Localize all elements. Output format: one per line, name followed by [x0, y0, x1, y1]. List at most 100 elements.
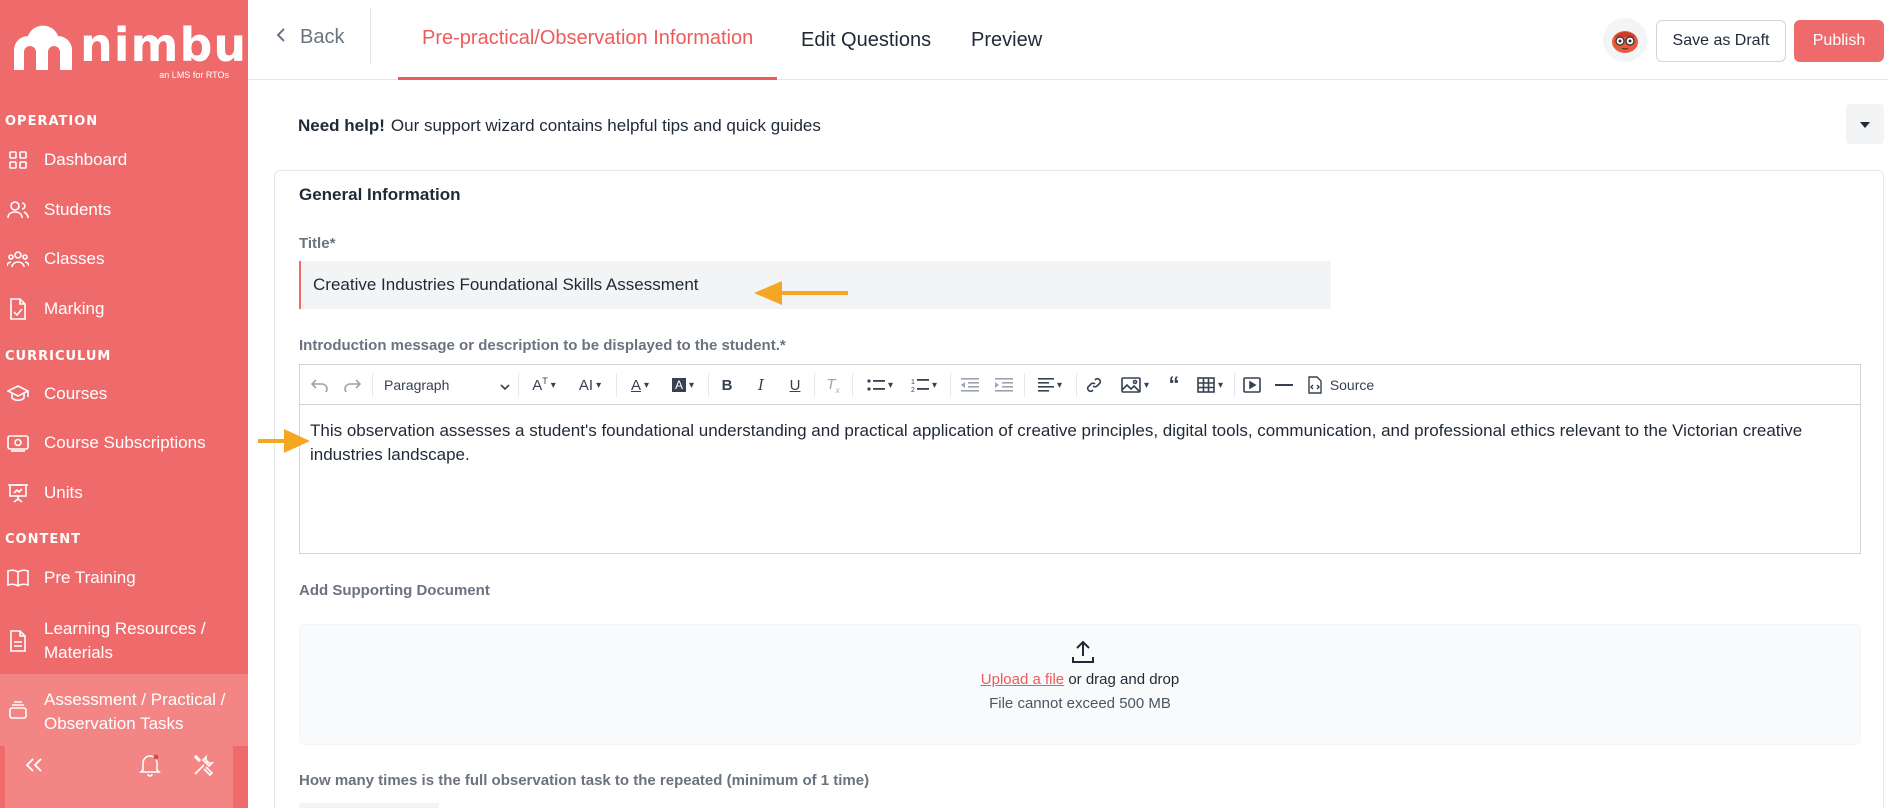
- underline-button[interactable]: U: [784, 373, 806, 397]
- file-icon: [7, 630, 29, 652]
- back-label: Back: [300, 26, 345, 48]
- redo-icon: [344, 379, 361, 392]
- help-toggle-button[interactable]: [1846, 104, 1884, 144]
- bullet-list-button[interactable]: ▾: [860, 373, 900, 397]
- help-text: Our support wizard contains helpful tips…: [390, 116, 821, 135]
- sidebar-item-label: Assessment / Practical / Observation Tas…: [44, 690, 226, 733]
- sidebar-item-course-subscriptions[interactable]: Course Subscriptions: [0, 423, 248, 463]
- media-icon: [1243, 377, 1261, 393]
- sidebar-item-learning-resources[interactable]: Learning Resources / Materials: [0, 614, 248, 668]
- chevron-down-icon: ▾: [550, 379, 556, 391]
- highlight-button[interactable]: A ▾: [664, 373, 702, 397]
- presentation-icon: [7, 482, 29, 504]
- cloud-logo-icon: [14, 25, 72, 70]
- publish-button[interactable]: Publish: [1794, 20, 1884, 62]
- sidebar-item-units[interactable]: Units: [0, 473, 248, 513]
- upload-limit-text: File cannot exceed 500 MB: [989, 695, 1171, 712]
- graduation-cap-icon: [7, 383, 29, 405]
- editor-toolbar: Paragraph AT ▾ AI ▾ A ▾ A ▾ B I U Tx ▾ 1 2 ▾ ▾: [300, 365, 1860, 405]
- toolbar-divider: [1234, 373, 1235, 397]
- chevron-down-icon: ▾: [688, 379, 695, 391]
- bold-button[interactable]: B: [716, 373, 738, 397]
- sidebar-item-dashboard[interactable]: Dashboard: [0, 140, 248, 180]
- chevron-down-icon: ▾: [643, 379, 650, 391]
- numbered-list-button[interactable]: 1 2 ▾: [904, 373, 944, 397]
- chevron-down-icon: ▾: [931, 379, 938, 391]
- upload-line: Upload a file or drag and drop: [300, 671, 1860, 688]
- section-operation: OPERATION: [5, 114, 99, 129]
- table-button[interactable]: ▾: [1190, 373, 1230, 397]
- indent-icon: [995, 378, 1013, 392]
- link-button[interactable]: [1082, 373, 1106, 397]
- brand-tagline: an LMS for RTOs: [159, 70, 229, 80]
- insert-image-button[interactable]: ▾: [1114, 373, 1156, 397]
- save-draft-button[interactable]: Save as Draft: [1656, 20, 1786, 62]
- section-curriculum: CURRICULUM: [5, 349, 112, 364]
- chevron-down-icon: ▾: [596, 379, 602, 391]
- chevron-down-icon: [500, 377, 510, 393]
- help-banner: Need help! Our support wizard contains h…: [274, 104, 1884, 148]
- font-color-icon: A: [630, 376, 641, 394]
- undo-button[interactable]: [308, 373, 332, 397]
- font-family-button[interactable]: AI ▾: [570, 373, 610, 397]
- italic-button[interactable]: I: [750, 373, 772, 397]
- clear-format-icon: Tx: [826, 375, 840, 395]
- sidebar-item-label: Learning Resources / Materials: [44, 619, 206, 662]
- horizontal-line-icon: [1275, 384, 1293, 386]
- bold-icon: B: [721, 376, 733, 394]
- back-button[interactable]: Back: [276, 26, 344, 49]
- help-bold: Need help!: [298, 116, 385, 135]
- media-embed-button[interactable]: [1240, 373, 1264, 397]
- upload-file-link[interactable]: Upload a file: [981, 671, 1064, 688]
- align-button[interactable]: ▾: [1030, 373, 1070, 397]
- supporting-document-label: Add Supporting Document: [299, 582, 490, 599]
- toolbar-divider: [1024, 373, 1025, 397]
- font-color-button[interactable]: A ▾: [622, 373, 658, 397]
- sidebar: nimbu an LMS for RTOs OPERATION Dashboar…: [0, 0, 248, 808]
- brand-name: nimbu: [80, 18, 248, 72]
- sidebar-item-label: Marking: [44, 299, 105, 318]
- repeat-count-input[interactable]: [299, 803, 439, 808]
- upload-icon: [1072, 640, 1094, 663]
- tab-pre-practical-information[interactable]: Pre-practical/Observation Information: [398, 0, 778, 80]
- sidebar-item-students[interactable]: Students: [0, 190, 248, 230]
- sidebar-footer: [5, 730, 233, 808]
- outdent-button[interactable]: [958, 373, 982, 397]
- sidebar-item-courses[interactable]: Courses: [0, 374, 248, 414]
- document-check-icon: [7, 298, 29, 320]
- svg-text:1: 1: [911, 379, 915, 386]
- font-size-icon: AT: [532, 376, 548, 394]
- tab-preview[interactable]: Preview: [947, 0, 1066, 80]
- sidebar-item-classes[interactable]: Classes: [0, 239, 248, 279]
- sidebar-item-marking[interactable]: Marking: [0, 289, 248, 329]
- horizontal-line-button[interactable]: [1272, 373, 1296, 397]
- general-information-card: General Information Title* Introduction …: [274, 170, 1884, 808]
- annotation-arrow-right-icon: [258, 429, 310, 453]
- chevron-left-icon: [276, 26, 286, 49]
- paragraph-select[interactable]: Paragraph: [384, 373, 510, 397]
- sidebar-item-pre-training[interactable]: Pre Training: [0, 558, 248, 598]
- toolbar-divider: [852, 373, 853, 397]
- highlight-icon: A: [671, 378, 686, 392]
- rich-text-editor[interactable]: Paragraph AT ▾ AI ▾ A ▾ A ▾ B I U Tx ▾ 1 2 ▾ ▾: [299, 364, 1861, 554]
- stack-icon: [7, 699, 29, 721]
- source-button[interactable]: Source: [1304, 373, 1376, 397]
- indent-button[interactable]: [992, 373, 1016, 397]
- source-code-icon: [1308, 376, 1322, 394]
- nimbu-logo[interactable]: nimbu an LMS for RTOs: [8, 18, 246, 80]
- tools-button[interactable]: [187, 750, 221, 784]
- clear-format-button[interactable]: Tx: [822, 373, 844, 397]
- collapse-icon: [24, 757, 44, 778]
- repeat-count-label: How many times is the full observation t…: [299, 772, 870, 789]
- grid-icon: [7, 149, 29, 171]
- file-dropzone[interactable]: Upload a file or drag and drop File cann…: [299, 624, 1861, 745]
- blockquote-button[interactable]: “: [1162, 372, 1186, 397]
- tab-edit-questions[interactable]: Edit Questions: [777, 0, 955, 80]
- bullet-list-icon: [867, 379, 885, 391]
- editor-content[interactable]: This observation assesses a student's fo…: [310, 419, 1850, 467]
- font-size-button[interactable]: AT ▾: [524, 373, 564, 397]
- user-avatar[interactable]: [1603, 18, 1647, 62]
- notifications-button[interactable]: [133, 750, 167, 784]
- collapse-sidebar-button[interactable]: [17, 750, 51, 784]
- redo-button[interactable]: [340, 373, 364, 397]
